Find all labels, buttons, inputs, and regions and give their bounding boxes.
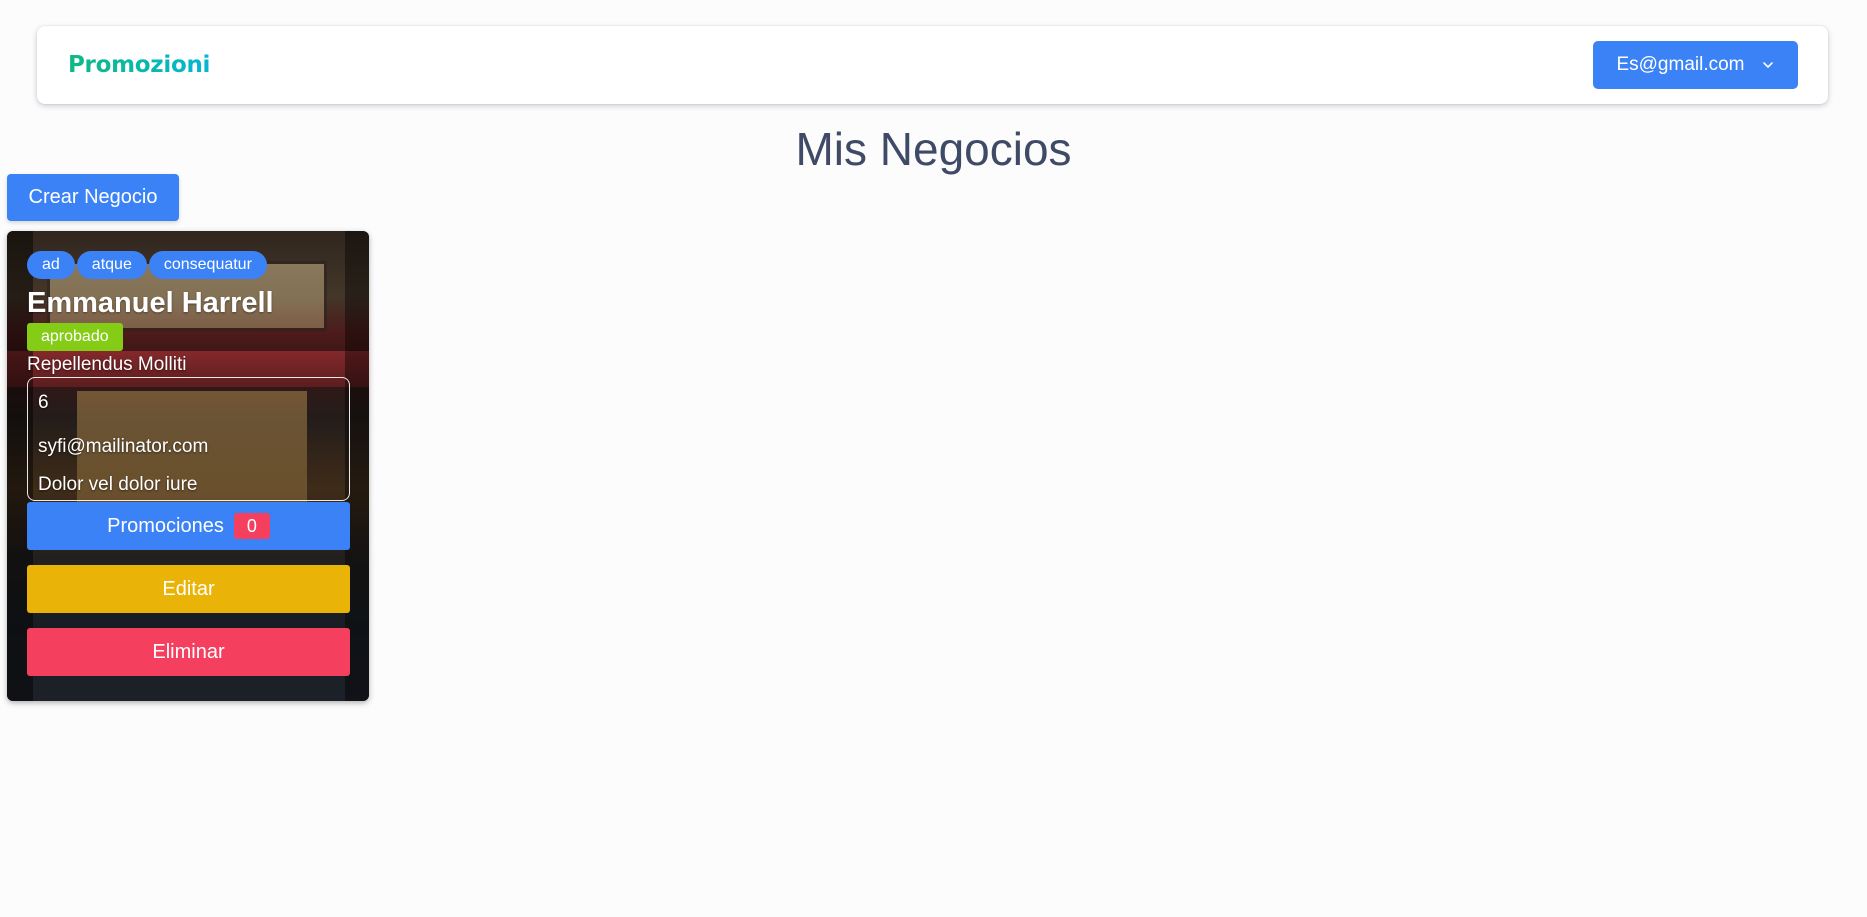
business-subtitle: Repellendus Molliti	[27, 354, 187, 375]
promotions-count-badge: 0	[233, 513, 270, 539]
edit-button[interactable]: Editar	[27, 565, 350, 613]
user-email: Es@gmail.com	[1616, 54, 1745, 75]
tag-badge: atque	[76, 251, 147, 279]
chevron-down-icon	[1762, 62, 1773, 68]
delete-button[interactable]: Eliminar	[27, 628, 350, 676]
page-title: Mis Negocios	[795, 123, 1072, 175]
business-info-box: 6 syfi@mailinator.com Dolor vel dolor iu…	[27, 377, 350, 501]
tag-badge: consequatur	[148, 251, 267, 279]
user-menu-button[interactable]: Es@gmail.com	[1593, 41, 1798, 89]
business-email: syfi@mailinator.com	[38, 436, 209, 457]
business-card: ad atque consequatur Emmanuel Harrell ap…	[7, 231, 369, 701]
promotions-button[interactable]: Promociones 0	[27, 502, 350, 550]
business-phone: 6	[38, 392, 49, 413]
tag-list: ad atque consequatur	[27, 251, 350, 279]
business-address: Dolor vel dolor iure	[38, 474, 198, 495]
tag-badge: ad	[27, 251, 75, 279]
card-content: ad atque consequatur Emmanuel Harrell ap…	[27, 251, 350, 676]
brand-logo[interactable]: Promozioni	[67, 52, 210, 78]
business-name: Emmanuel Harrell	[27, 287, 274, 319]
create-business-button[interactable]: Crear Negocio	[7, 174, 179, 221]
status-badge: aprobado	[27, 323, 123, 351]
top-navbar: Promozioni Es@gmail.com	[37, 26, 1828, 104]
promotions-label: Promociones	[107, 514, 224, 537]
